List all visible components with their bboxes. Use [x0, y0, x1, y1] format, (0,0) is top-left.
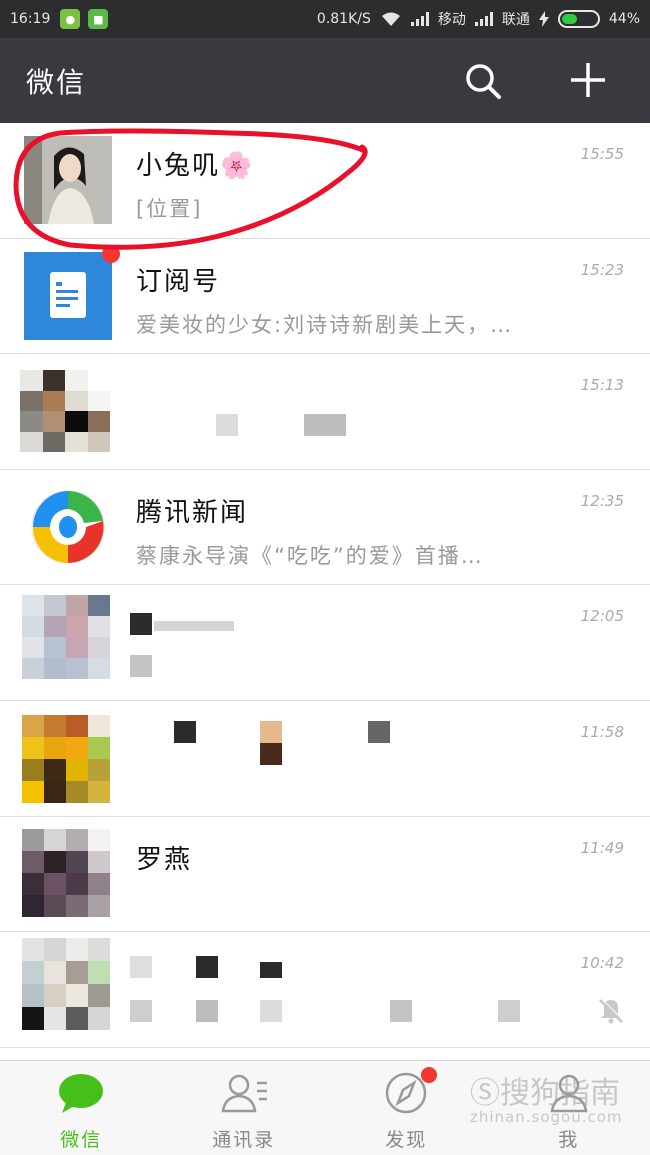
redacted-text: [130, 655, 152, 678]
status-bar: 16:19 ● ■ 0.81K/S 移动 联通 44%: [0, 0, 650, 38]
status-time: 16:19: [10, 11, 51, 27]
chat-time: 15:13: [580, 376, 624, 395]
redacted-text: [196, 956, 218, 979]
chat-time: 15:55: [580, 145, 624, 163]
redacted-text: [498, 1000, 520, 1023]
carrier-1: 移动: [437, 12, 466, 28]
chat-time: 15:23: [580, 260, 624, 279]
chat-row-redacted[interactable]: 12:05: [0, 585, 650, 701]
avatar-pixelated: [22, 595, 110, 680]
bottom-tab-bar: 微信 通讯录 发现 我: [0, 1060, 650, 1155]
chat-preview: 爱美妆的少女:刘诗诗新剧美上天，…: [136, 312, 514, 337]
tab-label: 我: [558, 1129, 580, 1151]
signal-icon: [474, 12, 493, 26]
tab-label: 微信: [60, 1129, 103, 1151]
redacted-text: [130, 956, 152, 979]
battery-percent: 44%: [608, 11, 640, 27]
redacted-text: [196, 1000, 218, 1023]
unread-dot: [102, 244, 120, 263]
battery-fill: [561, 14, 577, 24]
wifi-icon: [381, 12, 400, 26]
carrier-2: 联通: [501, 12, 530, 28]
contacts-icon: [221, 1074, 267, 1113]
redacted-text: [154, 621, 234, 632]
chat-row-tencent-news[interactable]: 腾讯新闻 蔡康永导演《“吃吃”的爱》首播… 12:35: [0, 469, 650, 586]
chat-name: 罗燕: [136, 844, 193, 875]
redacted-text: [260, 720, 282, 743]
tab-contacts[interactable]: 通讯录: [163, 1061, 326, 1155]
network-speed: 0.81K/S: [316, 11, 371, 27]
chat-time: 12:35: [580, 491, 624, 510]
redacted-text: [174, 720, 196, 743]
notification-app-icon: ■: [88, 9, 109, 29]
tab-me[interactable]: 我: [488, 1061, 650, 1155]
tab-chats[interactable]: 微信: [0, 1061, 163, 1155]
chat-time: 10:42: [580, 954, 624, 973]
redacted-text: [130, 1000, 152, 1023]
chat-name: 订阅号: [136, 266, 221, 297]
app-header: 微信: [0, 38, 650, 123]
redacted-text: [368, 720, 390, 743]
person-icon: [550, 1074, 588, 1113]
redacted-text: [260, 962, 282, 979]
avatar-pixelated: [22, 828, 110, 917]
tab-label: 发现: [385, 1129, 428, 1151]
battery-icon: [557, 10, 600, 28]
redacted-text: [260, 1000, 282, 1023]
chat-list: 小兔叽🌸 [位置] 15:55 订阅号 爱美妆的少女:刘诗诗新剧美上天，… 15…: [0, 123, 650, 1048]
tab-label: 通讯录: [212, 1129, 276, 1151]
avatar: [24, 136, 112, 224]
chat-row-redacted-muted[interactable]: 10:42: [0, 932, 650, 1048]
chat-preview: [位置]: [136, 197, 203, 221]
chat-row-subscriptions[interactable]: 订阅号 爱美妆的少女:刘诗诗新剧美上天，… 15:23: [0, 238, 650, 355]
notification-app-icon: ●: [60, 9, 81, 29]
charging-icon: [538, 11, 549, 27]
redacted-text: [130, 613, 152, 636]
chat-preview: 蔡康永导演《“吃吃”的爱》首播…: [136, 543, 484, 568]
plus-icon[interactable]: [568, 60, 608, 100]
subscription-account-icon: [24, 251, 112, 340]
avatar-pixelated: [22, 714, 110, 803]
search-icon[interactable]: [464, 62, 502, 100]
redacted-text: [304, 414, 346, 437]
chat-time: 11:58: [580, 722, 624, 741]
chat-row-luoyan[interactable]: 罗燕 11:49: [0, 816, 650, 933]
avatar-pixelated: [22, 938, 110, 1031]
chat-row-redacted[interactable]: 11:58: [0, 700, 650, 817]
tab-discover[interactable]: 发现: [325, 1061, 488, 1155]
page-title: 微信: [26, 65, 87, 99]
chat-name: 腾讯新闻: [136, 497, 249, 528]
chat-row-xiaotuji[interactable]: 小兔叽🌸 [位置] 15:55: [0, 123, 650, 239]
redacted-text: [390, 1000, 412, 1023]
avatar-pixelated: [20, 370, 110, 453]
chat-name: 小兔叽🌸: [136, 151, 255, 181]
mute-bell-icon: [599, 998, 624, 1024]
chat-time: 12:05: [580, 607, 624, 626]
signal-icon: [410, 12, 429, 26]
chat-time: 11:49: [580, 838, 624, 857]
chat-row-redacted[interactable]: 15:13: [0, 354, 650, 470]
redacted-text: [260, 742, 282, 765]
redacted-text: [216, 414, 238, 437]
discover-badge-dot: [421, 1067, 437, 1083]
tencent-news-icon: [24, 482, 112, 571]
chat-bubble-icon: [59, 1074, 104, 1113]
